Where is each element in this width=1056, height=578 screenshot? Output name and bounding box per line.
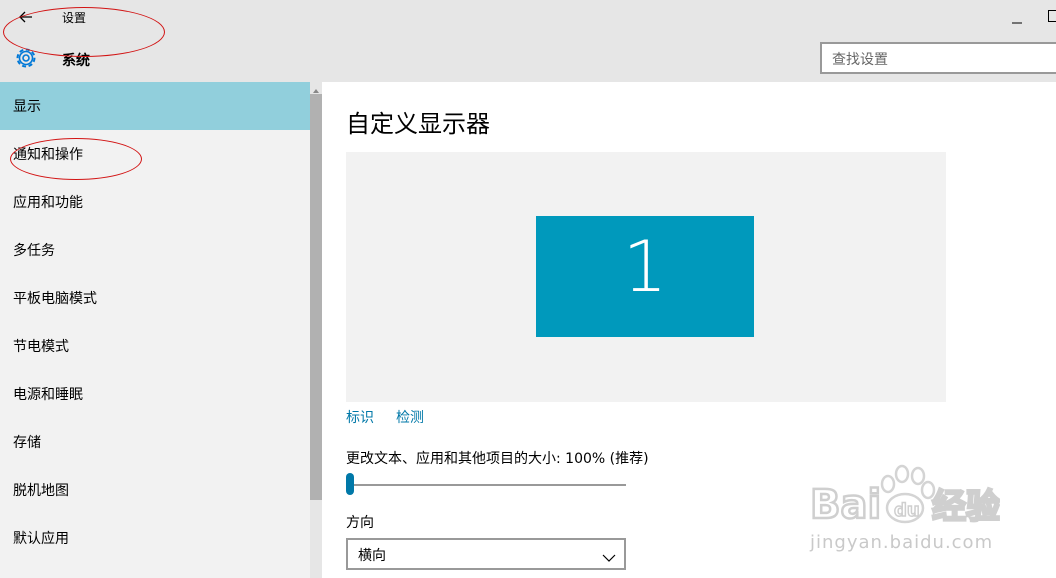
back-arrow-icon bbox=[19, 11, 32, 23]
search-input[interactable]: 查找设置 bbox=[820, 42, 1056, 74]
window-title: 设置 bbox=[62, 11, 87, 25]
chevron-down-icon bbox=[602, 548, 616, 562]
sidebar-item-label: 应用和功能 bbox=[13, 195, 83, 211]
scale-label: 更改文本、应用和其他项目的大小: 100% (推荐) bbox=[346, 451, 649, 467]
sidebar-item-label: 通知和操作 bbox=[13, 147, 83, 163]
page-title: 自定义显示器 bbox=[346, 110, 490, 138]
gear-icon bbox=[12, 44, 40, 72]
maximize-button[interactable] bbox=[1048, 10, 1056, 22]
sidebar-item-label: 脱机地图 bbox=[13, 483, 69, 499]
sidebar-item-notifications[interactable]: 通知和操作 bbox=[0, 130, 310, 178]
watermark-url: jingyan.baidu.com bbox=[810, 532, 994, 553]
sidebar-item-tablet-mode[interactable]: 平板电脑模式 bbox=[0, 274, 310, 322]
sidebar-item-label: 显示 bbox=[13, 99, 41, 115]
sidebar-item-offline-maps[interactable]: 脱机地图 bbox=[0, 466, 310, 514]
minimize-button[interactable] bbox=[1005, 6, 1029, 28]
sidebar-item-label: 默认应用 bbox=[13, 531, 69, 547]
sidebar-item-default-apps[interactable]: 默认应用 bbox=[0, 514, 310, 562]
sidebar-item-label: 平板电脑模式 bbox=[13, 291, 97, 307]
svg-text:经验: 经验 bbox=[932, 487, 1000, 527]
orientation-value: 横向 bbox=[358, 548, 386, 564]
search-placeholder: 查找设置 bbox=[832, 52, 888, 68]
sidebar-item-label: 电源和睡眠 bbox=[13, 387, 83, 403]
orientation-dropdown[interactable]: 横向 bbox=[346, 538, 626, 570]
scroll-up-button[interactable] bbox=[310, 82, 322, 94]
svg-text:du: du bbox=[894, 500, 920, 521]
sidebar-item-label: 多任务 bbox=[13, 243, 55, 259]
scale-slider[interactable] bbox=[346, 484, 626, 486]
sidebar-item-label: 节电模式 bbox=[13, 339, 69, 355]
monitor-number: 1 bbox=[622, 226, 668, 308]
sidebar-item-label: 存储 bbox=[13, 435, 41, 451]
sidebar-item-storage[interactable]: 存储 bbox=[0, 418, 310, 466]
sidebar-item-apps[interactable]: 应用和功能 bbox=[0, 178, 310, 226]
sidebar-item-power-sleep[interactable]: 电源和睡眠 bbox=[0, 370, 310, 418]
detect-link[interactable]: 检测 bbox=[396, 407, 424, 427]
sidebar-item-display[interactable]: 显示 bbox=[0, 82, 310, 130]
sidebar-scrollbar-thumb[interactable] bbox=[310, 94, 322, 500]
sidebar-item-battery-saver[interactable]: 节电模式 bbox=[0, 322, 310, 370]
svg-text:Bai: Bai bbox=[810, 482, 881, 528]
back-button[interactable] bbox=[14, 6, 38, 28]
section-title: 系统 bbox=[62, 53, 90, 69]
baidu-watermark-logo: Bai du 经验 bbox=[809, 460, 1001, 540]
orientation-label: 方向 bbox=[346, 515, 374, 531]
minimize-icon bbox=[1012, 22, 1022, 24]
sidebar: 显示 通知和操作 应用和功能 多任务 平板电脑模式 节电模式 电源和睡眠 存储 … bbox=[0, 82, 322, 578]
identify-link[interactable]: 标识 bbox=[346, 407, 374, 427]
scale-slider-thumb[interactable] bbox=[346, 473, 354, 495]
sidebar-item-multitasking[interactable]: 多任务 bbox=[0, 226, 310, 274]
